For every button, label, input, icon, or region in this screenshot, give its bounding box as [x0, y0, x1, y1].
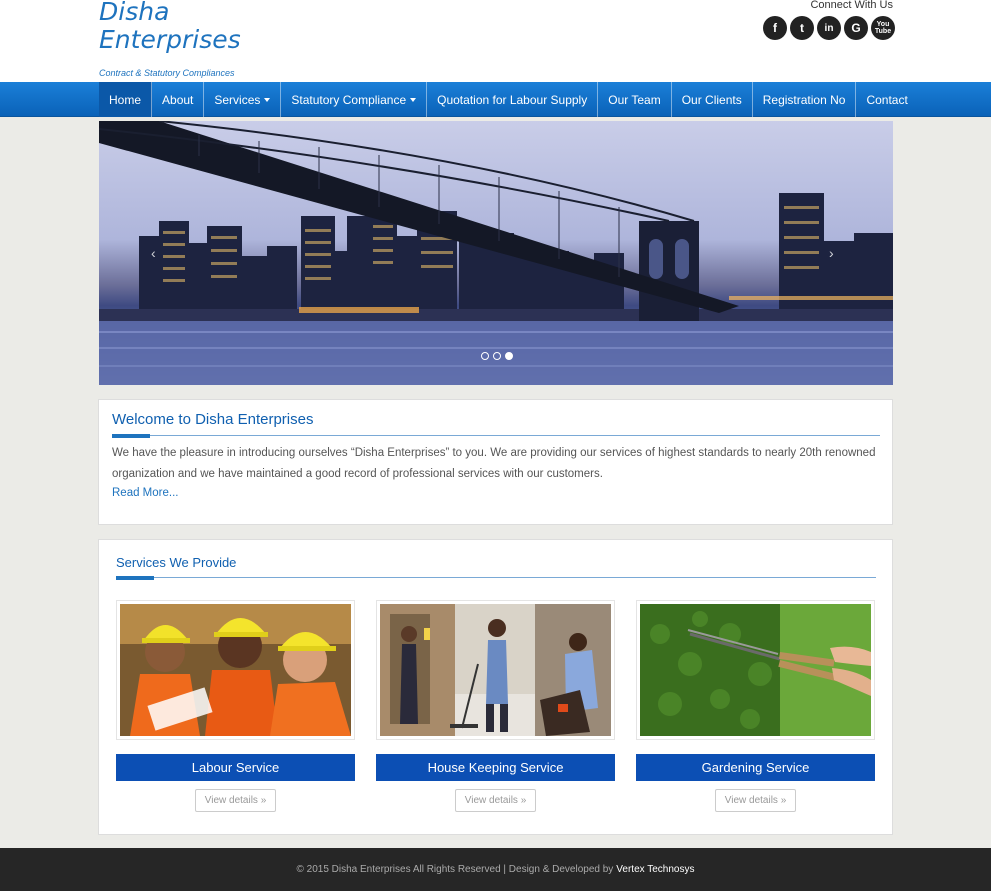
- slider-indicators: [481, 352, 513, 360]
- hero-slider[interactable]: ‹ ›: [99, 121, 893, 385]
- brand-tagline: Contract & Statutory Compliances: [99, 68, 235, 78]
- brand-name-line2: Enterprises: [99, 25, 241, 54]
- site-header: Disha Enterprises Contract & Statutory C…: [0, 0, 991, 82]
- nav-home-label: Home: [109, 92, 142, 107]
- nav-our-clients[interactable]: Our Clients: [672, 82, 753, 117]
- housekeeping-view-details-button[interactable]: View details »: [455, 789, 536, 812]
- nav-our-team[interactable]: Our Team: [598, 82, 672, 117]
- main-nav: Home About Services Statutory Compliance…: [0, 82, 991, 117]
- slide-dot-2[interactable]: [493, 352, 501, 360]
- nav-contact[interactable]: Contact: [856, 82, 917, 117]
- nav-home[interactable]: Home: [99, 82, 153, 117]
- housekeeping-service-image: [376, 600, 615, 740]
- labour-service-image: [116, 600, 355, 740]
- labour-view-details-button[interactable]: View details »: [195, 789, 276, 812]
- nav-quotation[interactable]: Quotation for Labour Supply: [427, 82, 599, 117]
- nav-statutory-compliance[interactable]: Statutory Compliance: [281, 82, 428, 117]
- linkedin-icon[interactable]: in: [817, 16, 841, 40]
- nav-our-team-label: Our Team: [608, 92, 661, 107]
- caret-down-icon: [264, 97, 271, 102]
- city-bridge-image: [99, 121, 893, 385]
- nav-our-clients-label: Our Clients: [681, 92, 742, 107]
- brand-name-line1: Disha: [99, 0, 170, 26]
- youtube-icon[interactable]: You Tube: [871, 16, 895, 40]
- service-card-labour: Labour Service View details »: [116, 600, 355, 812]
- gardening-view-details-button[interactable]: View details »: [715, 789, 796, 812]
- services-title: Services We Provide: [116, 555, 237, 570]
- welcome-text: We have the pleasure in introducing ours…: [112, 447, 876, 480]
- nav-services-label: Services: [214, 92, 261, 107]
- twitter-icon[interactable]: t: [790, 16, 814, 40]
- read-more-link[interactable]: Read More...: [112, 487, 178, 499]
- nav-registration[interactable]: Registration No: [753, 82, 857, 117]
- welcome-panel: Welcome to Disha Enterprises We have the…: [98, 399, 893, 525]
- developer-link[interactable]: Vertex Technosys: [616, 864, 694, 875]
- services-panel: Services We Provide Labour Service View …: [98, 539, 893, 835]
- nav-statutory-label: Statutory Compliance: [291, 92, 407, 107]
- social-links: f t in G You Tube: [763, 16, 895, 40]
- gardening-service-title[interactable]: Gardening Service: [636, 754, 875, 781]
- services-divider: [116, 576, 876, 580]
- site-footer: © 2015 Disha Enterprises All Rights Rese…: [0, 848, 991, 891]
- footer-copyright: © 2015 Disha Enterprises All Rights Rese…: [296, 864, 614, 875]
- gardening-service-image: [636, 600, 875, 740]
- housekeeping-service-title[interactable]: House Keeping Service: [376, 754, 615, 781]
- nav-quotation-label: Quotation for Labour Supply: [437, 92, 588, 107]
- google-icon[interactable]: G: [844, 16, 868, 40]
- prev-slide-icon[interactable]: ‹: [151, 245, 156, 261]
- facebook-icon[interactable]: f: [763, 16, 787, 40]
- slide-dot-1[interactable]: [481, 352, 489, 360]
- nav-about-label: About: [162, 92, 194, 107]
- brand-logo[interactable]: Disha Enterprises Contract & Statutory C…: [99, 0, 319, 78]
- nav-about[interactable]: About: [152, 82, 205, 117]
- welcome-title: Welcome to Disha Enterprises: [112, 411, 314, 428]
- connect-label: Connect With Us: [810, 0, 893, 11]
- welcome-divider: [112, 434, 880, 438]
- nav-registration-label: Registration No: [762, 92, 846, 107]
- service-card-gardening: Gardening Service View details »: [636, 600, 875, 812]
- labour-service-title[interactable]: Labour Service: [116, 754, 355, 781]
- nav-services[interactable]: Services: [204, 82, 282, 117]
- slide-dot-3[interactable]: [505, 352, 513, 360]
- nav-contact-label: Contact: [866, 92, 908, 107]
- service-card-housekeeping: House Keeping Service View details »: [376, 600, 615, 812]
- caret-down-icon: [410, 97, 417, 102]
- next-slide-icon[interactable]: ›: [829, 245, 834, 261]
